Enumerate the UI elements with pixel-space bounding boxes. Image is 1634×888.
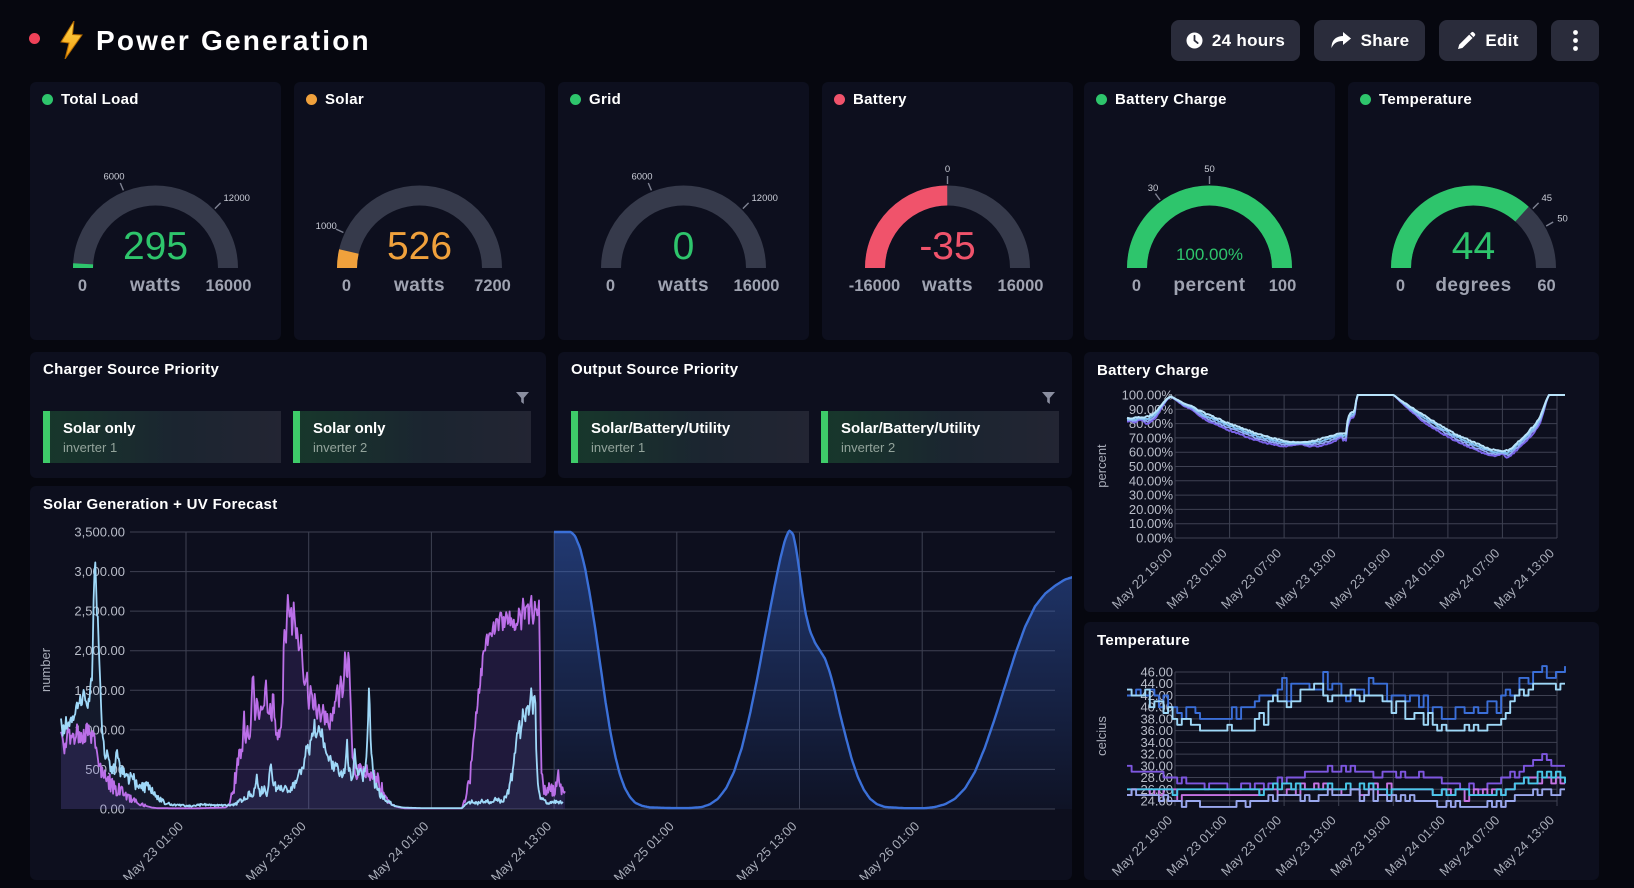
svg-text:number: number <box>38 647 53 692</box>
svg-text:50: 50 <box>1557 214 1568 225</box>
svg-text:30.00%: 30.00% <box>1129 488 1174 503</box>
svg-text:60.00%: 60.00% <box>1129 445 1174 460</box>
svg-text:0: 0 <box>1396 277 1405 295</box>
svg-text:44: 44 <box>1452 225 1495 268</box>
svg-text:percent: percent <box>1094 444 1109 488</box>
svg-text:3,500.00: 3,500.00 <box>74 525 125 540</box>
svg-text:celcius: celcius <box>1094 716 1109 756</box>
svg-text:1000: 1000 <box>316 221 337 232</box>
svg-text:3,000.00: 3,000.00 <box>74 564 125 579</box>
svg-text:60: 60 <box>1537 277 1555 295</box>
svg-text:0: 0 <box>1132 277 1141 295</box>
svg-text:16000: 16000 <box>998 277 1044 295</box>
svg-text:-35: -35 <box>919 225 975 268</box>
svg-text:percent: percent <box>1173 275 1245 296</box>
svg-text:0: 0 <box>342 277 351 295</box>
svg-text:10.00%: 10.00% <box>1129 516 1174 531</box>
svg-text:20.00%: 20.00% <box>1129 502 1174 517</box>
svg-text:12000: 12000 <box>224 193 250 204</box>
svg-text:70.00%: 70.00% <box>1129 430 1174 445</box>
svg-text:May 26 01:00: May 26 01:00 <box>856 819 922 880</box>
svg-text:watts: watts <box>129 275 181 296</box>
svg-text:50: 50 <box>1204 164 1215 175</box>
svg-text:0: 0 <box>673 225 695 268</box>
svg-text:40.00%: 40.00% <box>1129 473 1174 488</box>
svg-text:45: 45 <box>1542 193 1553 204</box>
svg-text:0: 0 <box>78 277 87 295</box>
svg-text:7200: 7200 <box>474 277 511 295</box>
svg-text:May 23 13:00: May 23 13:00 <box>243 819 309 880</box>
svg-text:295: 295 <box>123 225 188 268</box>
svg-text:May 24 01:00: May 24 01:00 <box>365 819 431 880</box>
svg-text:watts: watts <box>393 275 445 296</box>
svg-text:May 25 01:00: May 25 01:00 <box>611 819 677 880</box>
svg-text:12000: 12000 <box>752 193 778 204</box>
svg-text:May 25 13:00: May 25 13:00 <box>733 819 799 880</box>
svg-text:2,500.00: 2,500.00 <box>74 604 125 619</box>
svg-text:50.00%: 50.00% <box>1129 459 1174 474</box>
svg-text:-16000: -16000 <box>849 277 900 295</box>
svg-text:100.00%: 100.00% <box>1176 245 1243 264</box>
svg-text:May 24 13:00: May 24 13:00 <box>488 819 554 880</box>
svg-text:6000: 6000 <box>631 172 652 183</box>
svg-text:526: 526 <box>387 225 452 268</box>
svg-text:degrees: degrees <box>1435 275 1511 296</box>
svg-text:watts: watts <box>657 275 709 296</box>
svg-text:0: 0 <box>945 164 950 175</box>
svg-text:30: 30 <box>1148 183 1159 194</box>
svg-text:0.00%: 0.00% <box>1136 531 1173 546</box>
svg-text:16000: 16000 <box>734 277 780 295</box>
svg-text:0: 0 <box>606 277 615 295</box>
svg-text:6000: 6000 <box>103 172 124 183</box>
svg-text:100: 100 <box>1269 277 1297 295</box>
svg-text:watts: watts <box>921 275 973 296</box>
svg-text:16000: 16000 <box>206 277 252 295</box>
svg-text:May 23 01:00: May 23 01:00 <box>120 819 186 880</box>
